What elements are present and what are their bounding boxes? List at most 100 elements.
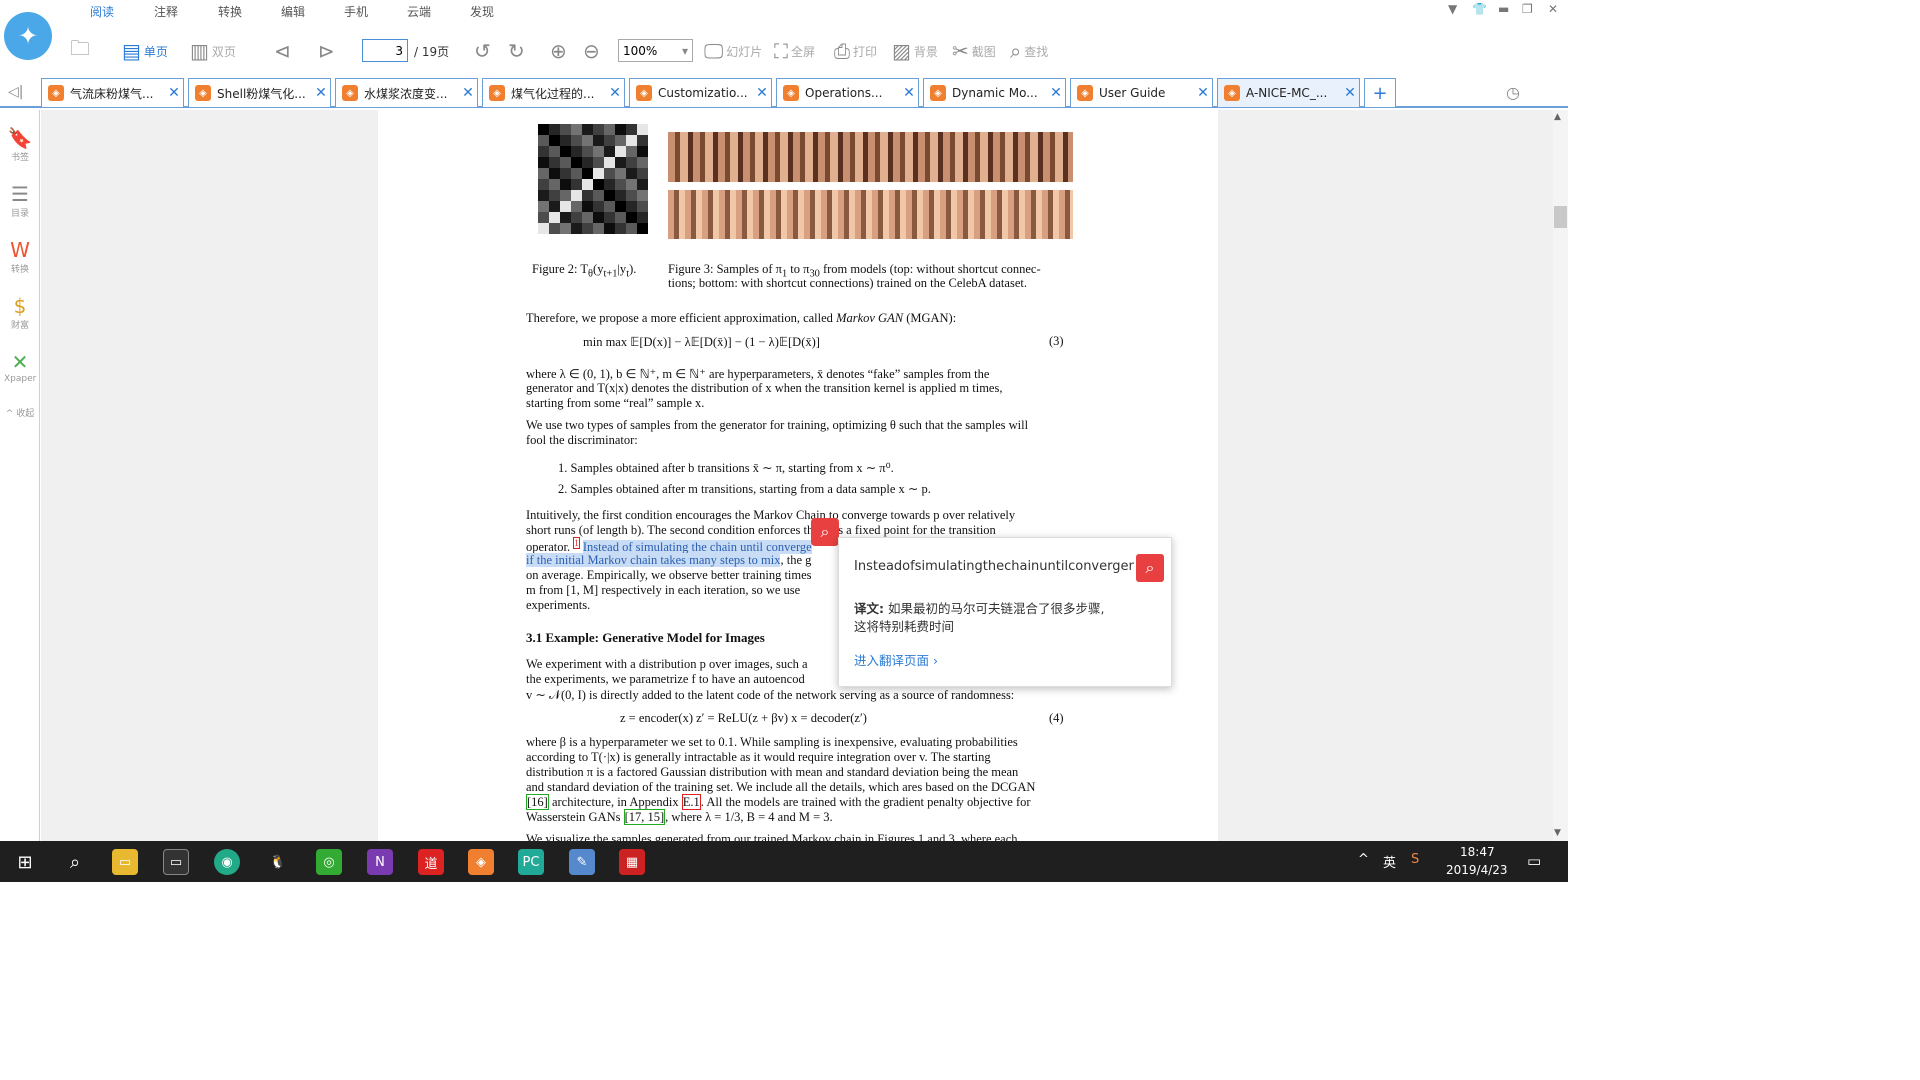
input-language[interactable]: 英 — [1383, 852, 1396, 871]
translation-query[interactable]: Insteadofsimulatingthechainuntilconverge… — [854, 559, 1134, 574]
app-icon[interactable]: ▦ — [619, 849, 645, 875]
menu-read[interactable]: 阅读 — [90, 3, 114, 20]
youdao-icon[interactable]: 道 — [418, 849, 444, 875]
single-page-button[interactable]: ▤ 单页 — [122, 36, 168, 66]
heatmap-cell — [538, 223, 549, 234]
sidebar-item-xpaper[interactable]: ✕ Xpaper — [4, 350, 36, 384]
search-icon[interactable]: ⌕ — [62, 849, 88, 875]
close-icon[interactable]: ✕ — [312, 85, 330, 101]
find-button[interactable]: ⌕ 查找 — [1010, 36, 1048, 66]
close-icon[interactable]: ✕ — [459, 85, 477, 101]
paragraph-beta-l6: Wasserstein GANs [17, 15], where λ = 1/3… — [526, 809, 833, 825]
menu-convert[interactable]: 转换 — [218, 3, 242, 20]
zoom-in-button[interactable]: ⊕ — [550, 36, 570, 66]
notification-icon[interactable]: ▭ — [1527, 852, 1541, 870]
tab-7[interactable]: ◈ Dynamic Mo... ✕ — [923, 78, 1066, 107]
wechat-icon[interactable]: ◎ — [316, 849, 342, 875]
pdf-page[interactable]: Figure 2: Tθ(yt+1|yt). Figure 3: Samples… — [378, 110, 1218, 841]
citation-link[interactable]: [17, 15] — [623, 809, 666, 825]
pdf-reader-taskbar-icon[interactable]: ◈ — [468, 849, 494, 875]
onenote-icon[interactable]: N — [367, 849, 393, 875]
close-icon[interactable]: ✕ — [1047, 85, 1065, 101]
section-heading: 3.1 Example: Generative Model for Images — [526, 630, 765, 645]
folder-icon: 🗀 — [70, 36, 90, 60]
selected-text-2[interactable]: if the initial Markov chain takes many s… — [526, 553, 781, 567]
pycharm-icon[interactable]: PC — [518, 849, 544, 875]
close-icon[interactable]: ✕ — [753, 85, 771, 101]
menu-phone[interactable]: 手机 — [344, 3, 368, 20]
terminal-icon[interactable]: ▭ — [163, 849, 189, 875]
open-folder-button[interactable]: 🗀 — [70, 36, 93, 66]
sidebar-item-toc[interactable]: ☰ 目录 — [4, 182, 36, 219]
translation-page-link[interactable]: 进入翻译页面 › — [854, 650, 938, 669]
background-button[interactable]: ▨ 背景 — [892, 36, 938, 66]
next-page-button[interactable]: ⊳ — [318, 36, 338, 66]
menu-edit[interactable]: 编辑 — [281, 3, 305, 20]
close-icon[interactable]: ✕ — [606, 85, 624, 101]
sidebar-item-bookmark[interactable]: 🔖 书签 — [4, 126, 36, 163]
scroll-up-icon[interactable]: ▲ — [1554, 112, 1561, 122]
tab-5[interactable]: ◈ Customizatio... ✕ — [629, 78, 772, 107]
file-explorer-icon[interactable]: ▭ — [112, 849, 138, 875]
translate-search-icon[interactable]: ⌕ — [811, 518, 839, 546]
citation-link[interactable]: [16] — [526, 794, 549, 810]
tab-9-active[interactable]: ◈ A-NICE-MC_... ✕ — [1217, 78, 1360, 107]
chrome-icon[interactable]: ◉ — [214, 849, 240, 875]
appendix-link[interactable]: E.1 — [681, 794, 701, 810]
tab-2[interactable]: ◈ Shell粉煤气化... ✕ — [188, 78, 331, 107]
sidebar-item-convert[interactable]: W 转换 — [4, 238, 36, 275]
qq-icon[interactable]: 🐧 — [265, 849, 291, 875]
history-icon[interactable]: ◷ — [1506, 83, 1520, 102]
fullscreen-button[interactable]: ⛶ 全屏 — [774, 36, 815, 66]
collapse-sidebar-icon[interactable]: ◁| — [8, 84, 23, 100]
double-page-button[interactable]: ▥ 双页 — [190, 36, 236, 66]
close-icon[interactable]: ✕ — [1194, 85, 1212, 101]
menu-annotate[interactable]: 注释 — [154, 3, 178, 20]
menu-discover[interactable]: 发现 — [470, 3, 494, 20]
heatmap-cell — [560, 135, 571, 146]
sogou-icon[interactable]: S — [1411, 852, 1419, 867]
scroll-thumb[interactable] — [1554, 206, 1567, 228]
windows-start-icon[interactable]: ⊞ — [12, 849, 38, 875]
tray-chevron-icon[interactable]: ^ — [1358, 852, 1369, 867]
heatmap-cell — [571, 190, 582, 201]
heatmap-cell — [538, 124, 549, 135]
sidebar-collapse[interactable]: ^ 收起 — [4, 406, 36, 419]
close-icon[interactable]: ✕ — [900, 85, 918, 101]
vertical-scrollbar[interactable]: ▲ ▼ — [1553, 110, 1568, 841]
heatmap-cell — [560, 212, 571, 223]
dropdown-icon[interactable]: ▼ — [1448, 2, 1457, 16]
restore-icon[interactable]: ❐ — [1522, 2, 1533, 16]
screenshot-button[interactable]: ✂ 截图 — [952, 36, 996, 66]
paint-icon[interactable]: ✎ — [569, 849, 595, 875]
rotate-right-button[interactable]: ↻ — [508, 36, 528, 66]
minimize-icon[interactable]: ▬ — [1498, 2, 1509, 16]
heatmap-cell — [549, 201, 560, 212]
menu-cloud[interactable]: 云端 — [407, 3, 431, 20]
tab-3[interactable]: ◈ 水煤浆浓度变... ✕ — [335, 78, 478, 107]
zoom-out-button[interactable]: ⊖ — [583, 36, 603, 66]
close-icon[interactable]: ✕ — [1341, 85, 1359, 101]
close-icon[interactable]: ✕ — [165, 85, 183, 101]
scissors-icon: ✂ — [952, 39, 969, 63]
skin-icon[interactable]: 👕 — [1472, 2, 1487, 16]
page-number-input[interactable] — [362, 39, 408, 62]
tab-4[interactable]: ◈ 煤气化过程的... ✕ — [482, 78, 625, 107]
tab-6[interactable]: ◈ Operations... ✕ — [776, 78, 919, 107]
app-logo[interactable]: ✦ — [4, 12, 52, 60]
prev-page-button[interactable]: ⊲ — [274, 36, 294, 66]
print-button[interactable]: ⎙ 打印 — [834, 36, 877, 66]
list-icon: ☰ — [11, 182, 29, 206]
popup-search-button[interactable]: ⌕ — [1136, 554, 1164, 582]
new-tab-button[interactable]: + — [1364, 78, 1396, 107]
tab-8[interactable]: ◈ User Guide ✕ — [1070, 78, 1213, 107]
rotate-left-button[interactable]: ↺ — [474, 36, 494, 66]
slideshow-button[interactable]: 🖵 幻灯片 — [704, 36, 762, 66]
scroll-down-icon[interactable]: ▼ — [1554, 828, 1561, 838]
heatmap-cell — [626, 212, 637, 223]
heatmap-cell — [582, 168, 593, 179]
close-icon[interactable]: ✕ — [1548, 2, 1558, 16]
sidebar-item-wealth[interactable]: $ 财富 — [4, 294, 36, 331]
tab-1[interactable]: ◈ 气流床粉煤气... ✕ — [41, 78, 184, 107]
zoom-select[interactable]: 100% ▾ — [618, 39, 693, 62]
